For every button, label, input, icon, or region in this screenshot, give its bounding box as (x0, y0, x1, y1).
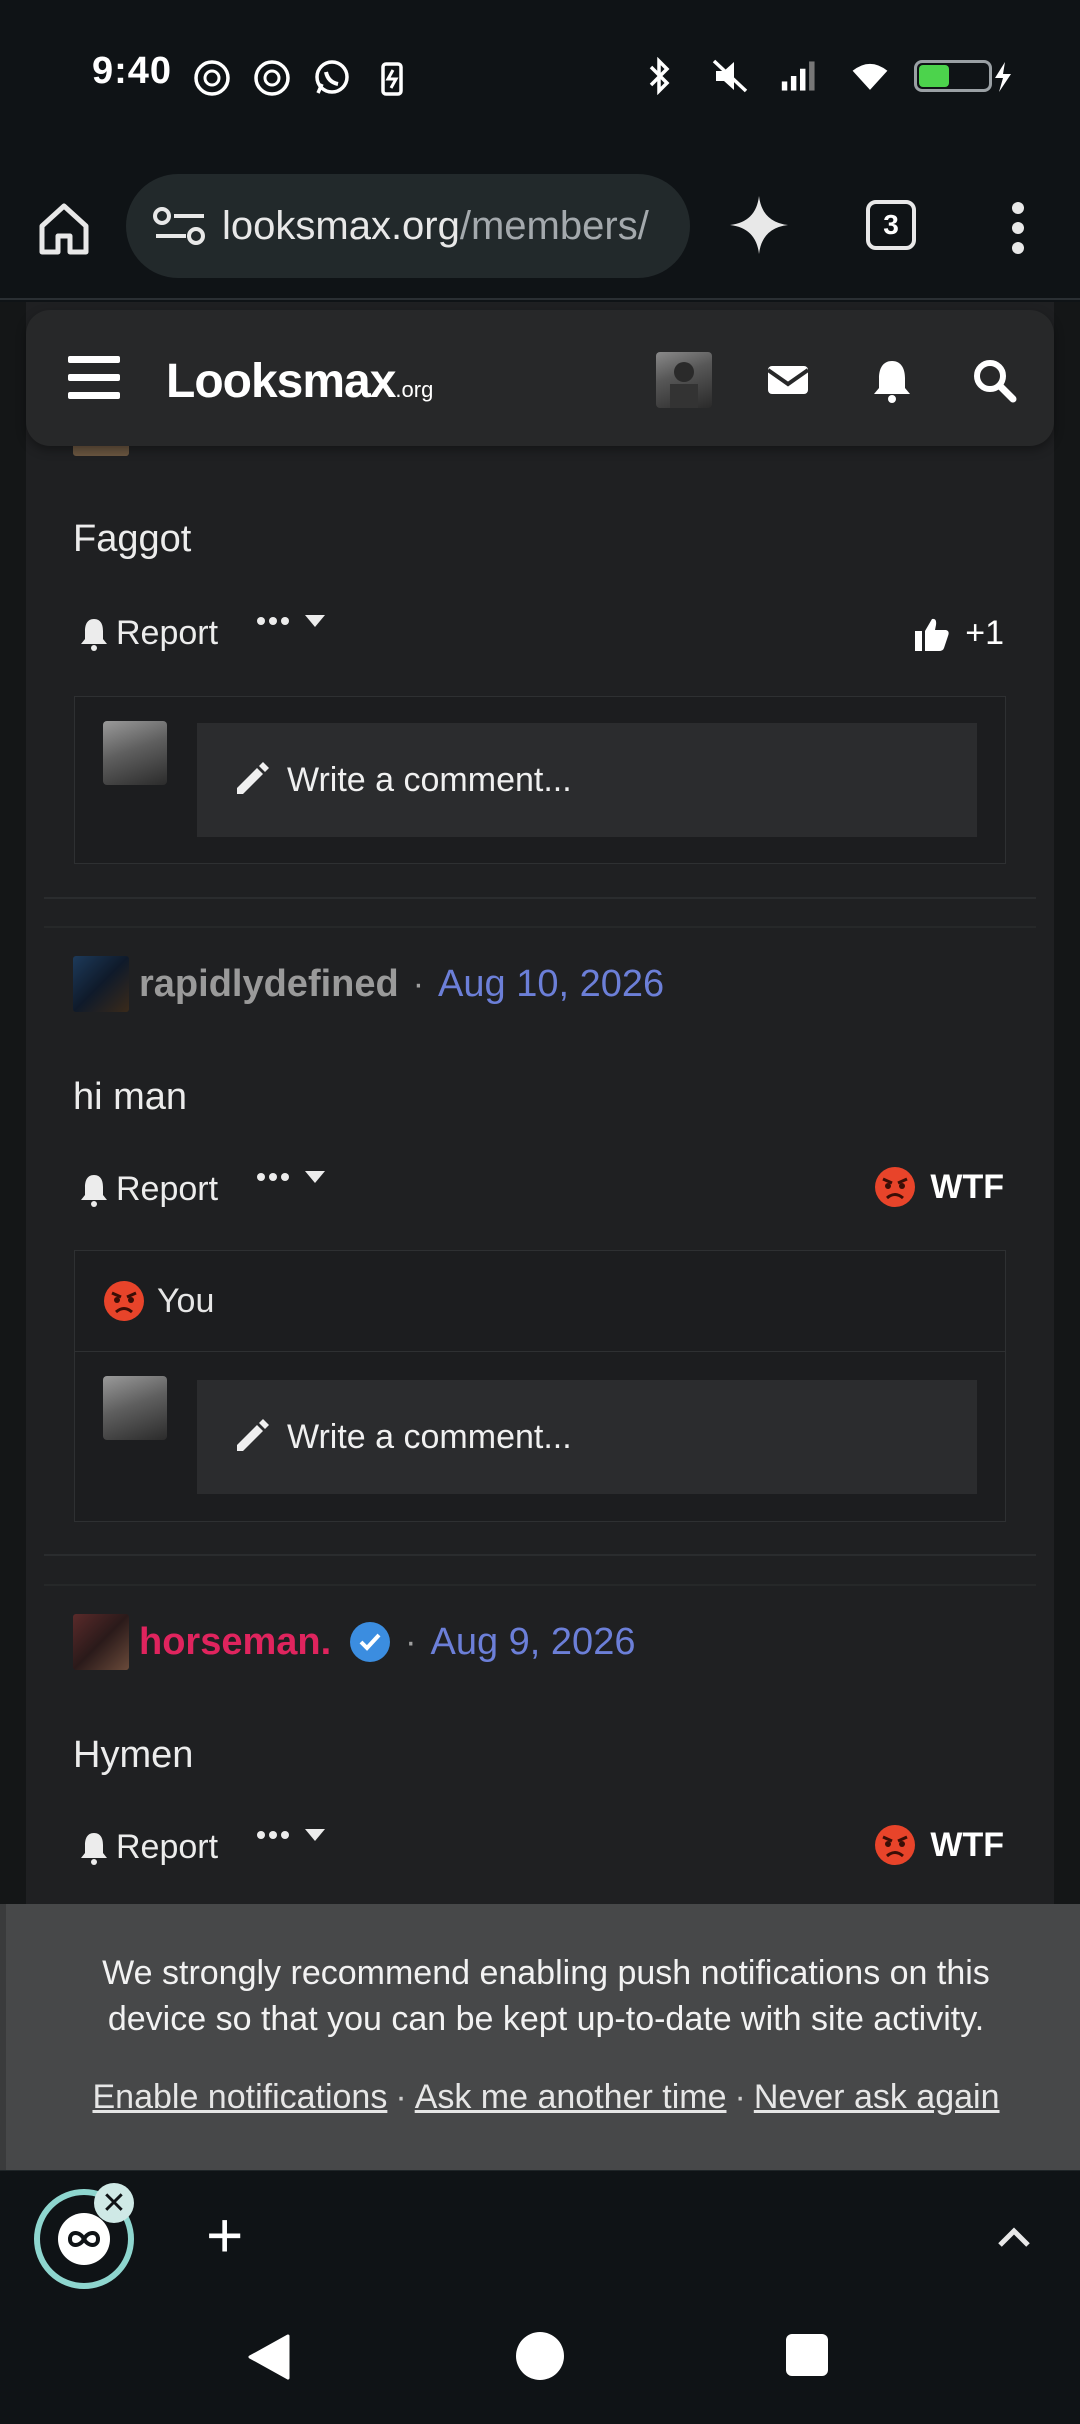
gemini-spark-icon[interactable] (728, 194, 790, 256)
divider (44, 897, 1036, 899)
close-icon[interactable]: ✕ (94, 2183, 134, 2223)
avatar[interactable] (73, 1614, 129, 1670)
post-message: Faggot (73, 518, 192, 560)
system-icons (640, 56, 890, 96)
bell-icon (81, 1832, 107, 1865)
home-circle-icon[interactable] (516, 2332, 564, 2380)
post-header: rapidlydefined · Aug 10, 2026 (73, 956, 664, 1012)
write-comment-input[interactable]: Write a comment... (197, 1380, 977, 1494)
url-host: looksmax.org (222, 203, 460, 248)
write-comment-input[interactable]: Write a comment... (197, 723, 977, 837)
never-ask-link[interactable]: Never ask again (754, 2078, 1000, 2116)
signal-icon (780, 56, 820, 96)
threads-icon (192, 58, 232, 98)
angry-emoji-icon (875, 1167, 916, 1207)
caret-down-icon (305, 615, 325, 627)
site-header: Looksmax.org (26, 310, 1054, 446)
plus-icon[interactable]: + (206, 2203, 243, 2267)
chevron-up-icon[interactable] (992, 2215, 1036, 2259)
more-options-button[interactable] (256, 1828, 326, 1842)
more-options-button[interactable] (256, 614, 326, 628)
tab-switcher-button[interactable]: 3 (866, 200, 916, 250)
wifi-icon (850, 56, 890, 96)
status-bar: 9:40 (0, 0, 1080, 150)
threads-icon (252, 58, 292, 98)
site-settings-icon[interactable] (148, 204, 212, 248)
caret-down-icon (305, 1171, 325, 1183)
post-author[interactable]: horseman. (139, 1621, 331, 1664)
angry-emoji-icon (875, 1825, 916, 1865)
envelope-icon[interactable] (764, 356, 812, 404)
report-button[interactable]: Report (78, 1170, 218, 1209)
reaction-summary[interactable]: WTF (874, 1166, 1004, 1208)
bell-icon (81, 618, 107, 651)
recents-icon[interactable] (786, 2334, 828, 2376)
banner-actions: Enable notifications · Ask me another time… (92, 2078, 1000, 2116)
site-logo[interactable]: Looksmax.org (166, 354, 433, 409)
comment-box: Write a comment... (74, 1352, 1006, 1522)
avatar (103, 1376, 167, 1440)
reaction-list[interactable]: You (74, 1250, 1006, 1352)
post-header: horseman. · Aug 9, 2026 (73, 1614, 635, 1670)
browser-toolbar: looksmax.org/members/ 3 (0, 150, 1080, 300)
report-button[interactable]: Report (78, 614, 218, 653)
status-time: 9:40 (92, 50, 173, 92)
pencil-icon (237, 1419, 269, 1451)
bluetooth-icon (640, 56, 680, 96)
verified-badge-icon (350, 1622, 391, 1662)
back-icon[interactable] (246, 2332, 292, 2387)
comment-box: Write a comment... (74, 696, 1006, 864)
post-message: Hymen (73, 1734, 194, 1776)
banner-message: We strongly recommend enabling push noti… (102, 1954, 990, 2038)
battery-saver-icon (372, 58, 412, 98)
bell-icon[interactable] (868, 356, 916, 404)
post-date[interactable]: Aug 9, 2026 (431, 1621, 636, 1664)
browser-bottom-toolbar: ✕ + (0, 2170, 1080, 2298)
ellipsis-icon (257, 617, 289, 625)
reaction-summary[interactable]: +1 (913, 614, 1004, 653)
url-path: /members/ (459, 203, 649, 248)
battery-icon (914, 60, 1011, 92)
more-options-button[interactable] (256, 1170, 326, 1184)
reaction-summary[interactable]: WTF (874, 1824, 1004, 1866)
bell-icon (81, 1174, 107, 1207)
avatar (103, 721, 167, 785)
report-button[interactable]: Report (78, 1828, 218, 1867)
hamburger-menu-icon[interactable] (68, 356, 120, 400)
system-navigation-bar (0, 2298, 1080, 2424)
divider (44, 1554, 1036, 1556)
angry-emoji-icon (104, 1281, 144, 1321)
post-date[interactable]: Aug 10, 2026 (438, 963, 664, 1006)
post-author[interactable]: rapidlydefined (139, 963, 399, 1006)
user-avatar[interactable] (656, 352, 712, 408)
pencil-icon (237, 762, 269, 794)
infinity-icon (58, 2213, 110, 2265)
whatsapp-icon (312, 58, 352, 98)
ellipsis-icon (257, 1831, 289, 1839)
more-vert-icon[interactable] (1000, 198, 1036, 258)
divider (44, 1584, 1036, 1586)
reacted-by: You (157, 1281, 215, 1320)
caret-down-icon (305, 1829, 325, 1841)
ellipsis-icon (257, 1173, 289, 1181)
push-notification-banner: We strongly recommend enabling push noti… (0, 1904, 1080, 2170)
notification-icons (192, 58, 412, 98)
post-message: hi man (73, 1076, 188, 1118)
url-text: looksmax.org/members/ (222, 204, 649, 249)
mute-icon (710, 56, 750, 96)
url-bar[interactable]: looksmax.org/members/ (126, 174, 690, 278)
search-icon[interactable] (970, 356, 1018, 404)
divider (44, 926, 1036, 928)
ask-later-link[interactable]: Ask me another time (415, 2078, 727, 2116)
enable-notifications-link[interactable]: Enable notifications (92, 2078, 387, 2116)
thumbs-up-icon (915, 618, 949, 651)
avatar[interactable] (73, 956, 129, 1012)
home-icon[interactable] (34, 198, 94, 258)
